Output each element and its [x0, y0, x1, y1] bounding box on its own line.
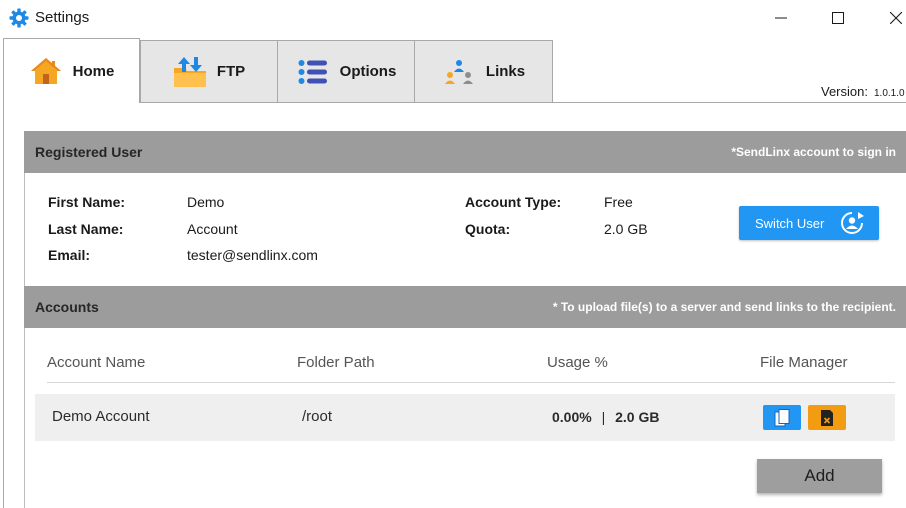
usage-cell: 0.00% | 2.0 GB — [552, 409, 659, 425]
switch-user-label: Switch User — [755, 215, 825, 231]
switch-user-button[interactable]: Switch User — [739, 206, 879, 240]
maximize-icon — [832, 12, 844, 24]
close-button[interactable] — [873, 0, 906, 36]
tab-home[interactable]: Home — [3, 38, 140, 103]
registered-user-header: Registered User *SendLinx account to sig… — [24, 131, 906, 173]
open-file-manager-button[interactable] — [763, 405, 801, 430]
close-icon — [890, 12, 902, 24]
usage-size: 2.0 GB — [615, 409, 660, 425]
minimize-icon — [775, 17, 787, 19]
accounts-panel: Account Name Folder Path Usage % File Ma… — [24, 328, 906, 508]
section-note: * To upload file(s) to a server and send… — [552, 300, 896, 314]
last-name-value: Account — [187, 221, 238, 237]
section-note: *SendLinx account to sign in — [731, 145, 896, 159]
folder-path-cell: /root — [302, 408, 333, 425]
last-name-label: Last Name: — [48, 221, 124, 237]
version-number: 1.0.1.0 — [873, 88, 905, 99]
tab-options[interactable]: Options — [277, 40, 415, 102]
options-list-icon — [296, 55, 330, 89]
column-header-account-name: Account Name — [47, 354, 146, 371]
quota-label: Quota: — [465, 221, 511, 237]
first-name-value: Demo — [187, 194, 225, 210]
maximize-button[interactable] — [815, 0, 861, 36]
first-name-label: First Name: — [48, 194, 126, 210]
section-title: Accounts — [35, 299, 99, 315]
home-panel: Registered User *SendLinx account to sig… — [3, 102, 906, 508]
switch-user-icon — [839, 210, 865, 236]
account-type-label: Account Type: — [465, 194, 562, 210]
minimize-button[interactable] — [758, 0, 804, 36]
gear-icon — [9, 8, 29, 28]
add-account-button[interactable]: Add — [757, 459, 882, 493]
accounts-header: Accounts * To upload file(s) to a server… — [24, 286, 906, 328]
home-icon — [29, 54, 63, 88]
usage-separator: | — [601, 409, 606, 425]
email-label: Email: — [48, 247, 91, 263]
tab-label: FTP — [216, 63, 246, 80]
version-info: Version: 1.0.1.0 — [821, 84, 905, 99]
delete-file-button[interactable] — [808, 405, 846, 430]
quota-value: 2.0 GB — [604, 221, 648, 237]
section-title: Registered User — [35, 144, 143, 160]
table-row[interactable]: Demo Account /root 0.00% | 2.0 GB — [35, 394, 895, 441]
usage-percent: 0.00% — [552, 409, 592, 425]
title-bar: Settings — [0, 0, 906, 36]
account-type-value: Free — [604, 194, 633, 210]
header-divider — [47, 382, 895, 383]
column-header-folder-path: Folder Path — [297, 354, 375, 371]
column-header-usage: Usage % — [547, 354, 608, 371]
tab-bar: Home FTP Options Links — [0, 38, 906, 103]
tab-label: Links — [485, 63, 526, 80]
tab-ftp[interactable]: FTP — [140, 40, 278, 102]
ftp-folder-icon — [173, 55, 207, 89]
tab-label: Options — [339, 63, 397, 80]
email-value: tester@sendlinx.com — [187, 247, 318, 263]
tab-label: Home — [72, 62, 115, 80]
version-label: Version: — [821, 84, 868, 99]
copy-icon — [774, 408, 790, 426]
account-name-cell: Demo Account — [52, 408, 150, 425]
file-delete-icon — [821, 409, 833, 426]
column-header-file-manager: File Manager — [760, 354, 848, 371]
tab-links[interactable]: Links — [414, 40, 553, 102]
window-title: Settings — [35, 9, 90, 26]
links-people-icon — [442, 55, 476, 89]
registered-user-panel: First Name: Demo Last Name: Account Emai… — [24, 173, 906, 286]
